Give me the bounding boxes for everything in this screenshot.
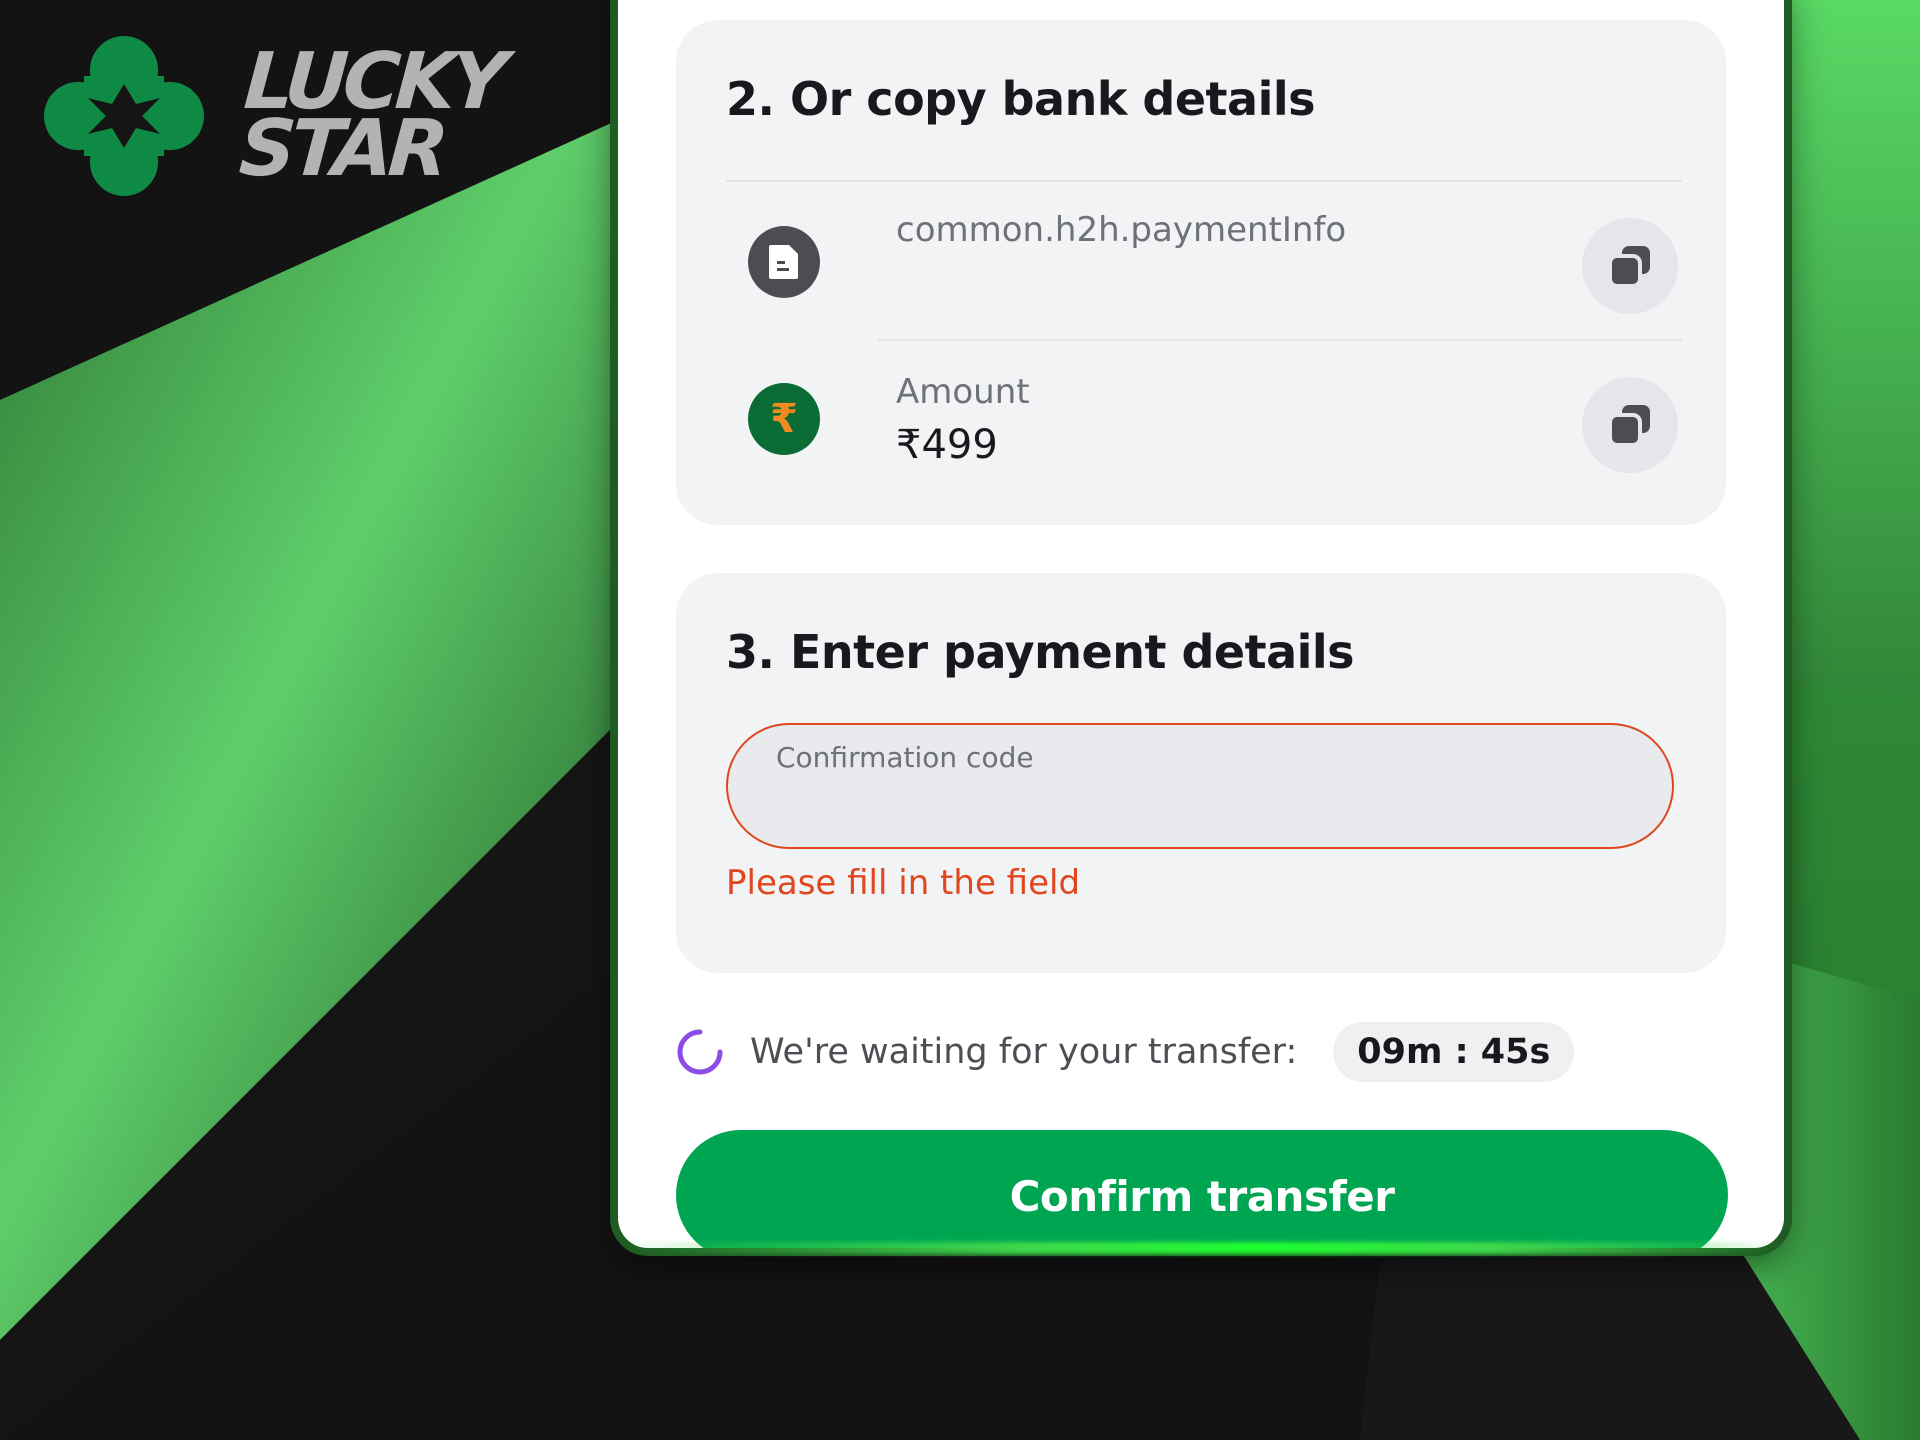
- bank-details-section: 2. Or copy bank details common.h2h.payme…: [676, 20, 1726, 525]
- copy-amount-button[interactable]: [1582, 377, 1678, 473]
- copy-payment-info-button[interactable]: [1582, 218, 1678, 314]
- confirm-transfer-label: Confirm transfer: [1009, 1172, 1395, 1221]
- payment-info-label: common.h2h.paymentInfo: [896, 210, 1347, 250]
- confirmation-code-input[interactable]: [774, 783, 1628, 831]
- divider: [726, 180, 1682, 182]
- amount-value: ₹499: [896, 422, 998, 468]
- confirm-transfer-button[interactable]: Confirm transfer: [676, 1130, 1728, 1248]
- document-icon: [748, 226, 820, 298]
- brand-logo: LUCKY STAR: [44, 36, 505, 196]
- divider: [878, 339, 1682, 341]
- payment-card: 2. Or copy bank details common.h2h.payme…: [618, 0, 1784, 1248]
- card-bottom-glow: [618, 1242, 1784, 1254]
- field-error-message: Please fill in the field: [726, 863, 1081, 903]
- payment-details-section: 3. Enter payment details Confirmation co…: [676, 573, 1726, 973]
- copy-icon: [1608, 246, 1650, 288]
- waiting-status: We're waiting for your transfer: 09m : 4…: [676, 1020, 1575, 1084]
- brand-wordmark: LUCKY STAR: [236, 37, 506, 194]
- copy-icon: [1608, 405, 1650, 447]
- rupee-glyph: ₹: [770, 396, 798, 442]
- payment-details-title: 3. Enter payment details: [726, 625, 1355, 679]
- clover-star-icon: [44, 36, 204, 196]
- waiting-text: We're waiting for your transfer:: [750, 1032, 1298, 1072]
- rupee-icon: ₹: [748, 383, 820, 455]
- loading-spinner-icon: [677, 1029, 723, 1075]
- confirmation-code-field[interactable]: Confirmation code: [726, 723, 1674, 849]
- confirmation-code-label: Confirmation code: [776, 741, 1034, 774]
- countdown-timer: 09m : 45s: [1333, 1022, 1575, 1082]
- brand-line-2: STAR: [236, 104, 447, 194]
- page: LUCKY STAR 2. Or copy bank details commo…: [0, 0, 1920, 1440]
- bank-details-title: 2. Or copy bank details: [726, 72, 1316, 126]
- amount-label: Amount: [896, 372, 1030, 412]
